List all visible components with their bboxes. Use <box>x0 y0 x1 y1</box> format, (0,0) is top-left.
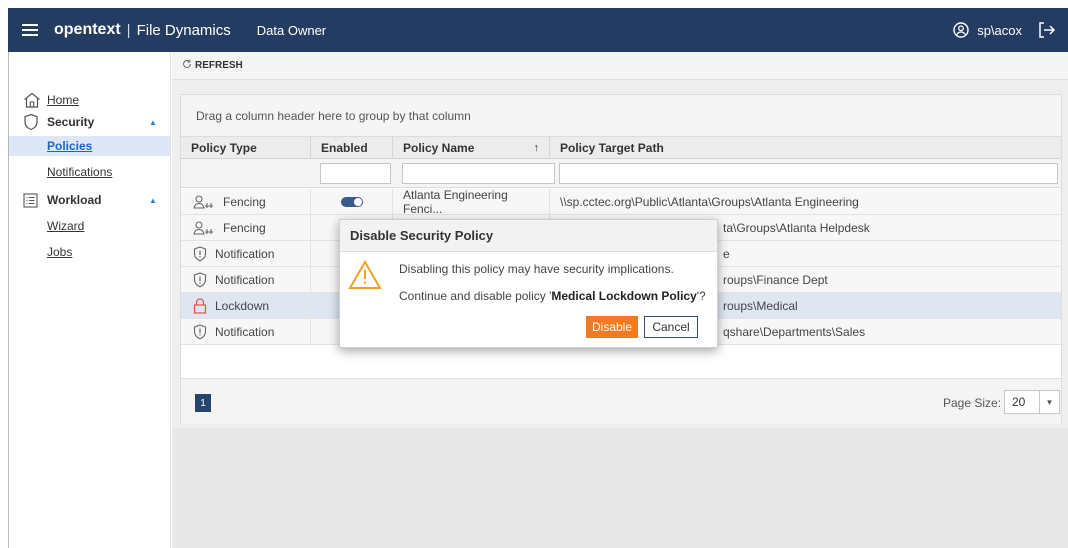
shield-icon <box>193 272 207 288</box>
shield-icon <box>193 324 207 340</box>
column-header-policy-name[interactable]: Policy Name ↑ <box>393 137 550 159</box>
column-header-label: Policy Name <box>403 140 475 155</box>
cancel-button[interactable]: Cancel <box>644 316 698 338</box>
top-bar: opentext | File Dynamics Data Owner sp\a… <box>8 8 1068 52</box>
enabled-toggle[interactable] <box>340 197 363 207</box>
chevron-down-icon[interactable]: ▼ <box>1039 391 1059 413</box>
policy-type-label: Notification <box>215 325 275 339</box>
user-name[interactable]: sp\acox <box>977 23 1022 38</box>
sidebar-item-policies[interactable]: Policies <box>47 139 92 153</box>
cell-policy-type: Notification <box>181 267 311 293</box>
policy-type-label: Lockdown <box>215 299 270 313</box>
dialog-title: Disable Security Policy <box>340 220 717 252</box>
cell-policy-name: Atlanta Engineering Fenci... <box>393 188 550 216</box>
refresh-icon <box>182 59 192 72</box>
policy-type-label: Notification <box>215 273 275 287</box>
dialog-message-suffix: '? <box>696 289 706 303</box>
column-header-policy-target-path[interactable]: Policy Target Path <box>550 137 1061 159</box>
sidebar-item-notifications[interactable]: Notifications <box>47 165 112 179</box>
filter-enabled-input[interactable] <box>320 163 391 184</box>
sidebar-item-label: Workload <box>47 193 102 207</box>
cell-policy-type: Notification <box>181 319 311 345</box>
fencing-icon <box>193 194 215 210</box>
policy-type-label: Fencing <box>223 221 266 235</box>
sidebar-item-label: Security <box>47 115 95 129</box>
dialog-message-warning: Disabling this policy may have security … <box>399 262 674 276</box>
page-number-button[interactable]: 1 <box>195 394 211 412</box>
user-account-icon[interactable] <box>953 22 969 38</box>
fencing-icon <box>193 220 215 236</box>
column-header-enabled[interactable]: Enabled <box>311 137 393 159</box>
home-icon <box>23 92 41 108</box>
refresh-label: REFRESH <box>195 60 243 71</box>
filter-policy-name-input[interactable] <box>402 163 555 184</box>
brand-logo: opentext <box>54 21 121 38</box>
page-size-select[interactable]: 20 ▼ <box>1004 390 1060 414</box>
column-header-policy-type[interactable]: Policy Type <box>181 137 311 159</box>
sidebar-item-home[interactable]: Home <box>9 90 171 110</box>
hamburger-menu-icon[interactable] <box>8 8 52 52</box>
sort-ascending-icon: ↑ <box>533 141 540 154</box>
filter-row <box>181 159 1061 188</box>
sidebar-item-jobs[interactable]: Jobs <box>47 245 72 259</box>
product-name: File Dynamics <box>136 21 231 39</box>
cell-policy-type: Fencing <box>181 215 311 241</box>
sidebar-item-workload[interactable]: Workload ▲ <box>9 190 171 210</box>
list-icon <box>23 192 38 208</box>
dialog-message-confirm: Continue and disable policy 'Medical Loc… <box>399 289 706 303</box>
caret-up-icon[interactable]: ▲ <box>149 196 157 205</box>
refresh-button[interactable]: REFRESH <box>172 52 1068 80</box>
logout-icon[interactable] <box>1038 22 1056 38</box>
table-row[interactable]: Fencing Atlanta Engineering Fenci... \\sp.… <box>181 188 1061 216</box>
lock-icon <box>193 298 207 314</box>
role-label: Data Owner <box>256 22 327 38</box>
disable-policy-dialog: Disable Security Policy Disabling this p… <box>339 219 718 348</box>
sidebar-item-security[interactable]: Security ▲ <box>9 112 171 132</box>
cell-policy-type: Lockdown <box>181 293 311 319</box>
caret-up-icon[interactable]: ▲ <box>149 118 157 127</box>
sidebar: Home Security ▲ Policies Notifications W… <box>9 52 171 548</box>
dialog-policy-name: Medical Lockdown Policy <box>551 289 697 303</box>
cell-policy-target-path: \\sp.cctec.org\Public\Atlanta\Groups\Atl… <box>560 195 859 209</box>
warning-icon <box>348 259 382 293</box>
sidebar-item-wizard[interactable]: Wizard <box>47 219 84 233</box>
cell-enabled <box>311 189 393 215</box>
disable-button[interactable]: Disable <box>586 316 638 338</box>
empty-area <box>172 428 1068 548</box>
shield-icon <box>23 113 39 131</box>
cell-policy-type: Notification <box>181 241 311 267</box>
sidebar-item-label: Home <box>47 93 80 107</box>
page-size-label: Page Size: <box>943 396 1002 410</box>
policy-type-label: Notification <box>215 247 275 261</box>
brand-separator: | <box>126 21 131 39</box>
policy-type-label: Fencing <box>223 195 266 209</box>
filter-target-path-input[interactable] <box>559 163 1058 184</box>
grid-pager: 1 Page Size: 20 ▼ <box>181 378 1061 424</box>
shield-icon <box>193 246 207 262</box>
group-by-drop-area[interactable]: Drag a column header here to group by th… <box>181 95 1061 137</box>
cell-policy-type: Fencing <box>181 189 311 215</box>
dialog-message-prefix: Continue and disable policy ' <box>399 289 552 303</box>
page-size-value: 20 <box>1012 395 1026 409</box>
